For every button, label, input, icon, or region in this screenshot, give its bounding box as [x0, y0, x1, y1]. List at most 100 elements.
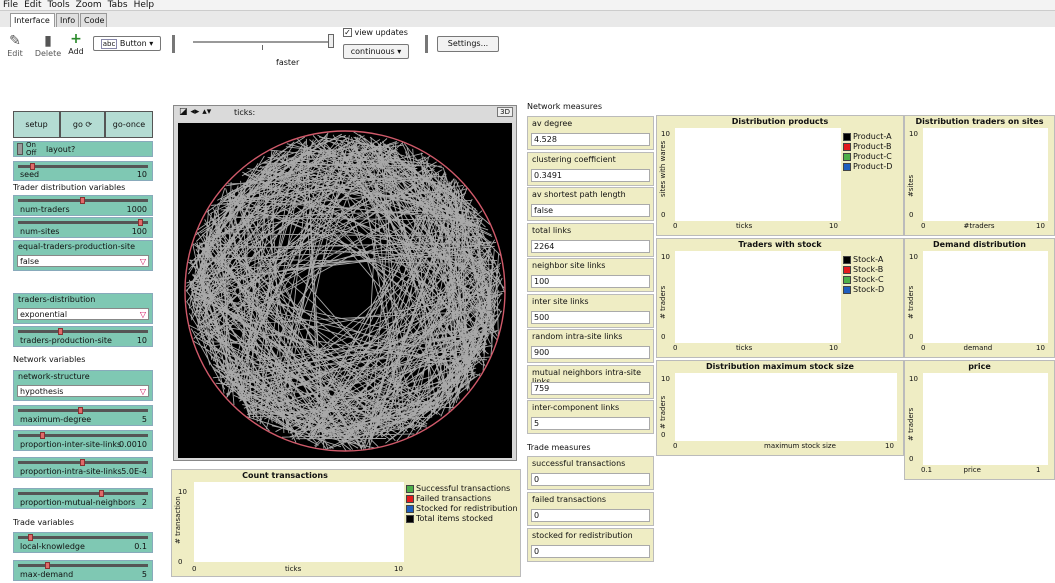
plot-ymin: 0	[661, 333, 666, 341]
legend-item: Successful transactions	[406, 484, 518, 494]
monitor-value: 0	[531, 509, 650, 522]
plot-xlabel: price	[963, 466, 981, 474]
legend-label: Product-C	[853, 152, 892, 161]
slider-seed[interactable]: seed 10	[13, 161, 153, 181]
triangle-down-icon: ▽	[139, 387, 146, 396]
monitor-label: av shortest path length	[532, 190, 626, 199]
add-tool[interactable]: + Add	[66, 31, 86, 56]
forever-icon: ⟳	[85, 120, 93, 129]
slider-value: 5	[141, 415, 147, 424]
tab-info[interactable]: Info	[56, 13, 79, 27]
plot-title: Distribution traders on sites	[915, 117, 1044, 126]
slider-thumb[interactable]	[45, 562, 51, 569]
menu-tools[interactable]: Tools	[45, 0, 73, 11]
monitor-label: failed transactions	[532, 495, 607, 504]
menu-zoom[interactable]: Zoom	[73, 0, 105, 11]
menu-help[interactable]: Help	[131, 0, 158, 11]
slider-label: proportion-mutual-neighbors	[20, 498, 136, 507]
layout-switch[interactable]: On Off layout?	[13, 141, 153, 157]
slider-proportion-intra-site-links[interactable]: proportion-intra-site-links 5.0E-4	[13, 457, 153, 478]
chooser-traders-distribution[interactable]: traders-distribution exponential ▽	[13, 293, 153, 324]
delete-tool[interactable]: ▮ Delete	[34, 33, 62, 58]
monitor-value: 500	[531, 310, 650, 324]
plot-title: Count transactions	[242, 471, 328, 480]
settings-button[interactable]: Settings...	[437, 36, 499, 52]
monitor-value: 0.3491	[531, 168, 650, 182]
slider-thumb[interactable]	[138, 219, 144, 226]
tab-code[interactable]: Code	[80, 13, 107, 27]
view-updates-checkbox[interactable]: ✓ view updates	[343, 28, 408, 37]
go-once-button[interactable]: go-once	[105, 111, 153, 138]
legend-swatch	[843, 265, 851, 274]
plot-xmin: 0	[921, 344, 926, 352]
slider-thumb[interactable]	[27, 534, 33, 541]
chooser-select[interactable]: exponential ▽	[17, 308, 149, 320]
slider-thumb[interactable]	[30, 163, 36, 170]
legend-swatch	[843, 142, 851, 151]
monitor-value: 0	[531, 545, 650, 558]
slider-proportion-mutual-neighbors[interactable]: proportion-mutual-neighbors 2	[13, 488, 153, 509]
add-label: Add	[68, 47, 84, 56]
network-canvas[interactable]	[178, 123, 512, 458]
slider-thumb[interactable]	[40, 432, 46, 439]
chooser-select[interactable]: hypothesis ▽	[17, 385, 149, 397]
monitor-label: random intra-site links	[532, 332, 623, 341]
plot-ylabel: sites with wares	[659, 140, 667, 197]
network-graph	[184, 130, 506, 452]
view-control-bar: ◪ ◂▸ ▴▾ ticks: 3D	[174, 106, 516, 121]
slider-thumb[interactable]	[80, 459, 85, 466]
plot-distribution-traders-on-sites: Distribution traders on sites #sites 10 0 0 #…	[904, 115, 1055, 236]
view-control-icons[interactable]: ◪ ◂▸ ▴▾	[179, 107, 211, 117]
chooser-label: network-structure	[18, 372, 90, 381]
legend-item: Failed transactions	[406, 494, 518, 504]
chooser-equal-traders[interactable]: equal-traders-production-site false ▽	[13, 240, 153, 271]
slider-thumb[interactable]	[77, 407, 83, 414]
speed-slider[interactable]	[193, 41, 331, 43]
slider-num-sites[interactable]: num-sites 100	[13, 217, 153, 238]
update-mode-select[interactable]: continuous ▾	[343, 44, 409, 59]
delete-label: Delete	[34, 49, 62, 58]
plot-title: price	[968, 362, 991, 371]
slider-thumb[interactable]	[80, 197, 85, 204]
legend-swatch	[843, 162, 851, 171]
speed-slider-thumb[interactable]	[328, 34, 334, 48]
menu-edit[interactable]: Edit	[21, 0, 44, 11]
plot-xmin: 0	[673, 222, 678, 230]
plot-xlabel: #traders	[963, 222, 995, 230]
slider-track	[18, 564, 148, 567]
slider-maximum-degree[interactable]: maximum-degree 5	[13, 405, 153, 426]
widget-type-select[interactable]: abc Button ▾	[93, 36, 161, 51]
slider-thumb[interactable]	[57, 328, 63, 335]
legend-swatch	[843, 132, 851, 141]
3d-button[interactable]: 3D	[497, 107, 513, 117]
slider-track	[18, 330, 148, 333]
chooser-network-structure[interactable]: network-structure hypothesis ▽	[13, 370, 153, 401]
slider-value: 100	[131, 227, 147, 236]
view-updates-label: view updates	[354, 28, 408, 37]
menu-tabs[interactable]: Tabs	[105, 0, 131, 11]
update-mode-value: continuous	[350, 47, 395, 56]
slider-proportion-inter-site-links[interactable]: proportion-inter-site-links 0.0010	[13, 430, 153, 451]
menu-file[interactable]: File	[0, 0, 21, 11]
slider-thumb[interactable]	[98, 490, 104, 497]
slider-track	[18, 536, 148, 539]
trade-variables-heading: Trade variables	[13, 518, 74, 527]
tab-interface[interactable]: Interface	[10, 13, 55, 27]
edit-tool[interactable]: ✎ Edit	[6, 33, 24, 58]
chooser-select[interactable]: false ▽	[17, 255, 149, 267]
setup-button[interactable]: setup	[13, 111, 60, 138]
slider-value: 5.0E-4	[121, 467, 147, 476]
slider-label: num-traders	[20, 205, 70, 214]
slider-traders-production-site[interactable]: traders-production-site 10	[13, 326, 153, 347]
plot-ymax: 10	[909, 130, 918, 138]
plot-xmax: 1	[1036, 466, 1041, 474]
slider-local-knowledge[interactable]: local-knowledge 0.1	[13, 532, 153, 553]
plot-title: Distribution maximum stock size	[706, 362, 854, 371]
plot-xlabel: ticks	[736, 222, 753, 230]
plot-ymax: 10	[178, 488, 187, 496]
slider-num-traders[interactable]: num-traders 1000	[13, 195, 153, 216]
plot-price: price # traders 10 0 0.1 price 1	[904, 360, 1055, 480]
plot-ymin: 0	[661, 431, 666, 439]
slider-max-demand[interactable]: max-demand 5	[13, 560, 153, 581]
go-button[interactable]: go ⟳	[60, 111, 105, 138]
